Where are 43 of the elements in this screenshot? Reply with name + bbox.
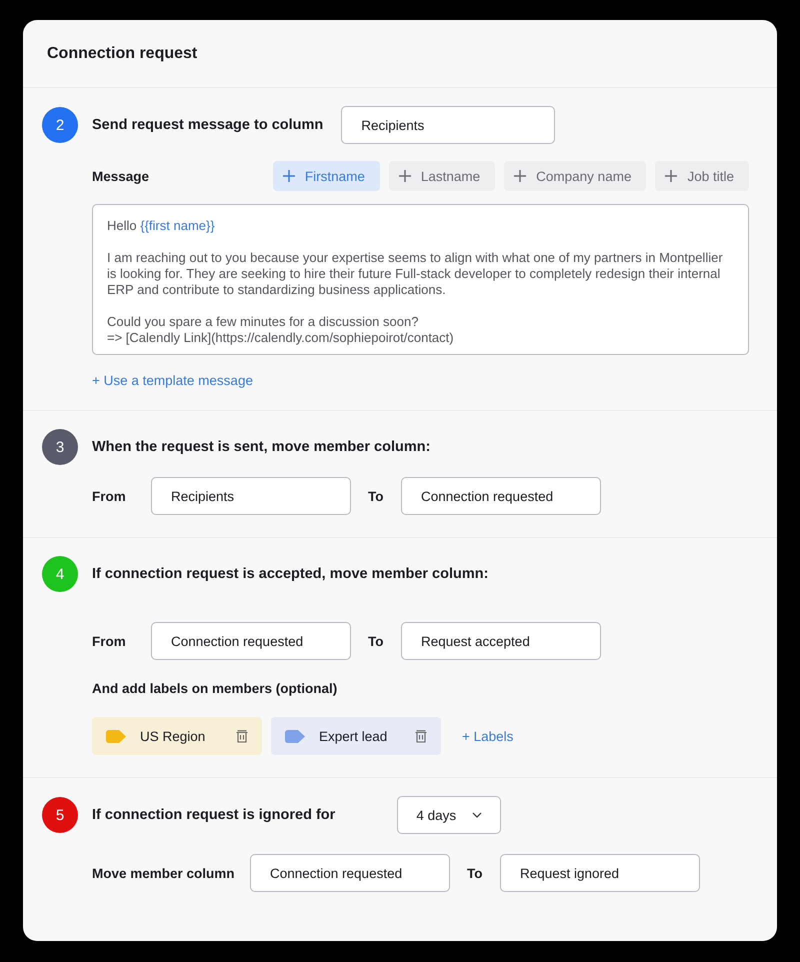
plus-icon [282,170,295,182]
step-number: 4 [42,556,78,592]
message-text: Could you spare a few minutes for a discussion soon? => [Calendly Link](https://calendly.com/sophiepoirot/contact) [107,314,455,346]
text-field[interactable]: Request accepted [401,622,601,660]
member-label[interactable]: US Region [92,717,262,755]
text-field[interactable]: Connection requested [401,477,601,515]
plus-icon [398,170,411,182]
step-heading: When the request is sent, move member column: [92,439,430,455]
text-field[interactable]: Connection requested [151,622,351,660]
variable-chip[interactable]: Job title [655,161,749,191]
plus-icon [665,170,678,182]
step-heading: Send request message to column [92,117,324,133]
labels-heading: And add labels on members (optional) [92,681,338,696]
message-text: I am reaching out to you because your expertise seems to align with what one of my partners in Montpellier is looking for. They are seeking to hire their future Full-stack developer to completely redesign their internal ERP and contribute to standardizing business applications. [107,250,724,298]
trash-icon[interactable] [236,730,248,742]
card-title: Connection request [46,44,198,64]
to-label: To [367,634,384,648]
duration-dropdown[interactable]: 4 days [397,796,502,834]
from-label: From [92,634,127,648]
text-field[interactable]: Recipients [341,106,556,144]
trash-icon[interactable] [415,730,427,742]
add-labels-link[interactable]: + Labels [462,728,514,744]
text-field[interactable]: Connection requested [250,854,450,892]
step-number: 5 [42,797,78,833]
step-number: 3 [42,429,78,465]
chevron-down-icon [472,812,482,818]
template-link[interactable]: + Use a template message [92,373,253,388]
from-label: Move member column [92,866,236,880]
message-text: Hello {{first name}} [107,218,216,234]
step-heading: If connection request is accepted, move member column: [92,566,488,582]
variable-chip[interactable]: Lastname [388,161,496,191]
step-number: 2 [42,107,78,143]
plus-icon [514,170,526,182]
member-label[interactable]: Expert lead [271,717,441,755]
text-field[interactable]: Recipients [151,477,351,515]
step-heading: If connection request is ignored for [92,807,336,823]
message-label: Message [92,168,150,184]
to-label: To [367,488,384,504]
from-label: From [92,488,127,504]
text-field[interactable]: Request ignored [500,854,700,892]
to-label: To [466,866,484,880]
message-field[interactable] [92,204,749,355]
variable-chip[interactable]: Company name [504,161,646,191]
